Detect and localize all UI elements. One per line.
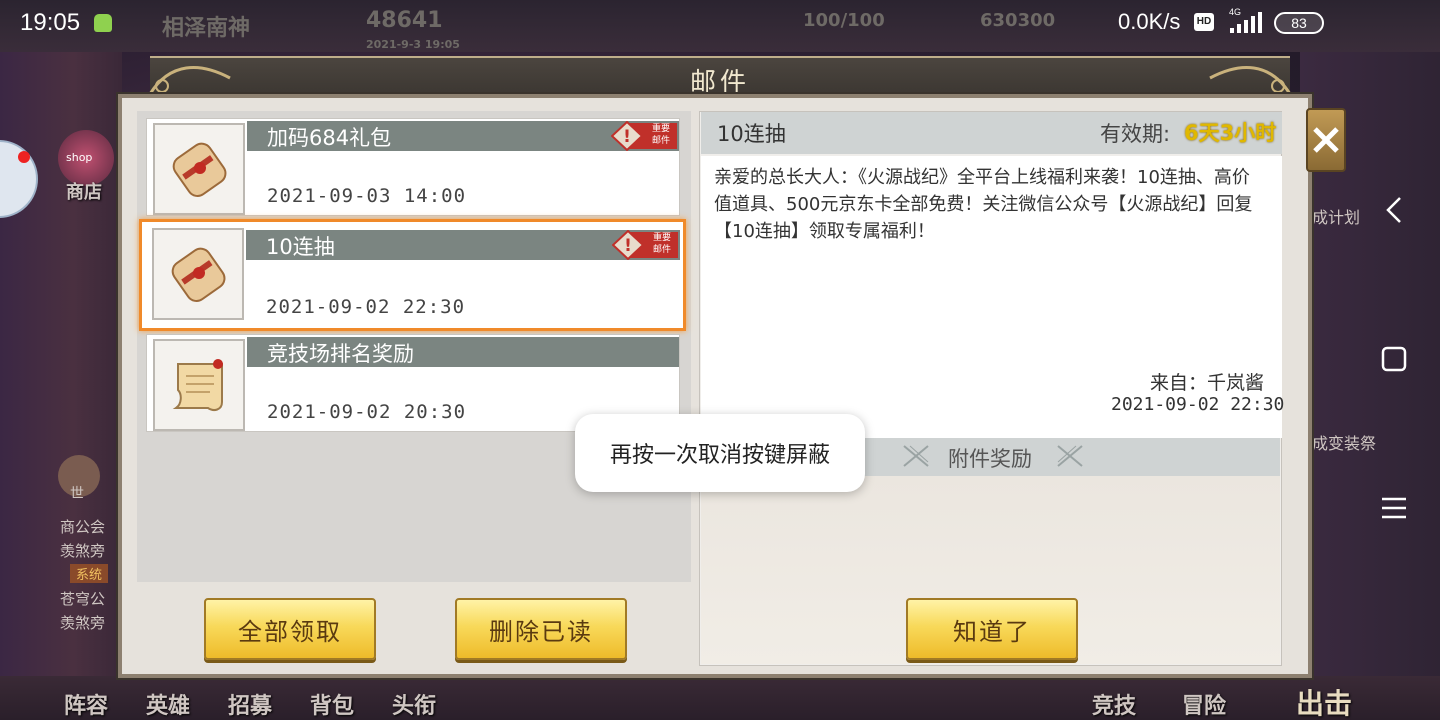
important-badge-text: 重要 邮件 bbox=[648, 232, 676, 256]
toast-message: 再按一次取消按键屏蔽 bbox=[575, 414, 865, 492]
nav-arena[interactable]: 竞技 bbox=[1092, 688, 1136, 720]
attachment-label: 附件奖励 bbox=[948, 447, 1032, 471]
nav-lineup[interactable]: 阵容 bbox=[64, 688, 108, 720]
hd-icon: HD bbox=[1194, 13, 1214, 31]
mail-thumbnail bbox=[152, 228, 244, 320]
badge-text-line: 邮件 bbox=[652, 245, 671, 255]
chat-line: 苍穹公 bbox=[60, 590, 106, 608]
right-event-label[interactable]: 成计划 bbox=[1312, 204, 1360, 228]
signal-icon bbox=[1230, 12, 1262, 33]
chat-line: 羡煞旁 bbox=[60, 614, 106, 632]
validity-value: 6天3小时 bbox=[1184, 121, 1277, 145]
validity-label: 有效期: bbox=[1100, 122, 1171, 146]
voice-label: 世 bbox=[70, 486, 84, 502]
go-battle-button[interactable]: 出击 bbox=[1296, 682, 1352, 720]
nav-back-button[interactable] bbox=[1370, 186, 1418, 234]
divider-ornament-icon bbox=[1057, 445, 1083, 467]
important-badge: ! 重要 邮件 bbox=[610, 120, 677, 152]
mail-date: 2021-09-02 20:30 bbox=[267, 401, 467, 423]
mail-thumbnail bbox=[153, 123, 245, 215]
shop-label[interactable]: 商店 bbox=[66, 178, 102, 204]
right-event-label[interactable]: 成变装祭 bbox=[1312, 430, 1376, 454]
notification-dot bbox=[18, 151, 30, 163]
close-button[interactable] bbox=[1306, 108, 1346, 172]
android-icon bbox=[94, 14, 112, 32]
important-badge: ! 重要 邮件 bbox=[611, 229, 678, 261]
important-badge-text: 重要 邮件 bbox=[647, 123, 675, 147]
shop-tag: shop bbox=[66, 151, 93, 164]
mail-title: 10连抽 bbox=[266, 235, 335, 259]
nav-adventure[interactable]: 冒险 bbox=[1182, 688, 1226, 720]
nav-menu-button[interactable] bbox=[1370, 484, 1418, 532]
network-speed: 0.0K/s bbox=[1118, 9, 1181, 34]
got-it-button[interactable]: 知道了 bbox=[906, 598, 1078, 660]
badge-text-line: 重要 bbox=[651, 124, 670, 134]
mail-sent-date: 2021-09-02 22:30 bbox=[1111, 394, 1285, 415]
mail-body-text: 亲爱的总长大人：《火源战纪》全平台上线福利来袭！10连抽、高价值道具、500元京… bbox=[714, 167, 1253, 242]
chat-line: 羡煞旁 bbox=[60, 542, 106, 560]
chat-line: 商公会 bbox=[60, 518, 106, 536]
mail-date: 2021-09-03 14:00 bbox=[267, 185, 467, 207]
scroll-gift-icon bbox=[172, 142, 227, 197]
back-arrow-icon bbox=[1386, 197, 1401, 223]
clock: 19:05 bbox=[20, 9, 81, 36]
nav-recruit[interactable]: 招募 bbox=[228, 688, 272, 720]
nav-title[interactable]: 头衔 bbox=[392, 688, 436, 720]
mail-title: 竞技场排名奖励 bbox=[267, 342, 414, 366]
mail-item[interactable]: 加码684礼包 ! 重要 邮件 2021-09-03 14:00 bbox=[146, 118, 680, 216]
nav-heroes[interactable]: 英雄 bbox=[146, 688, 190, 720]
mail-date: 2021-09-02 22:30 bbox=[266, 296, 466, 318]
mail-title: 加码684礼包 bbox=[267, 126, 392, 150]
status-bar: 19:05 0.0K/s HD 4G 83 bbox=[0, 0, 1440, 46]
svg-text:!: ! bbox=[624, 236, 632, 256]
badge-text-line: 重要 bbox=[652, 233, 671, 243]
badge-text-line: 邮件 bbox=[651, 136, 670, 146]
menu-icon bbox=[1382, 497, 1406, 519]
nav-bag[interactable]: 背包 bbox=[310, 688, 354, 720]
battery-indicator: 83 bbox=[1274, 12, 1324, 34]
svg-text:!: ! bbox=[623, 127, 631, 147]
mail-sender: 来自：千岚酱 bbox=[1150, 372, 1265, 394]
mail-thumbnail bbox=[153, 339, 245, 431]
open-scroll-icon bbox=[172, 359, 223, 411]
claim-all-button[interactable]: 全部领取 bbox=[204, 598, 376, 660]
close-icon bbox=[1313, 127, 1339, 153]
scroll-gift-icon bbox=[171, 247, 226, 302]
mail-detail-title: 10连抽 bbox=[717, 122, 786, 146]
nav-home-button[interactable] bbox=[1370, 335, 1418, 383]
mail-header: 竞技场排名奖励 bbox=[247, 337, 679, 367]
chat-system-tag: 系统 bbox=[70, 564, 109, 583]
delete-read-button[interactable]: 删除已读 bbox=[455, 598, 627, 660]
mail-item-selected[interactable]: 10连抽 ! 重要 邮件 2021-09-02 22:30 bbox=[139, 219, 686, 331]
divider-ornament-icon bbox=[903, 445, 929, 467]
square-icon bbox=[1381, 346, 1407, 372]
